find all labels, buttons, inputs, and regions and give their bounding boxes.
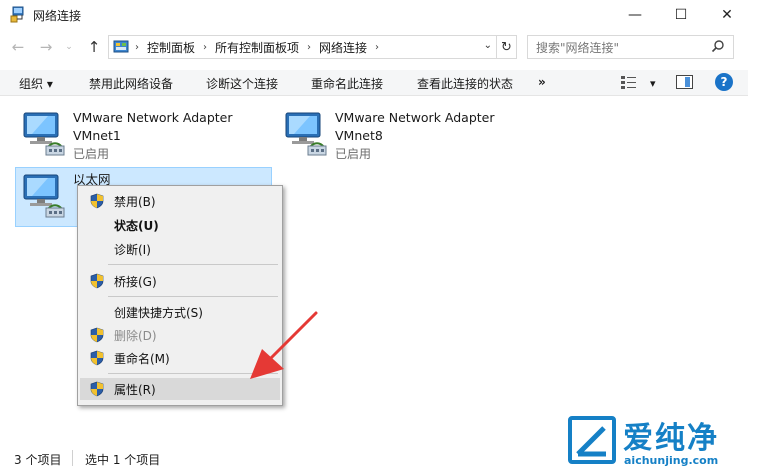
window-title: 网络连接	[33, 8, 82, 23]
uac-shield-icon	[89, 273, 105, 289]
title-bar: 网络连接 — ☐ ✕	[0, 0, 757, 30]
menu-item-label: 删除(D)	[114, 329, 157, 343]
search-input[interactable]: 搜索"网络连接"	[527, 35, 734, 59]
menu-item-label: 禁用(B)	[114, 195, 156, 209]
view-status-button[interactable]: 查看此连接的状态	[417, 75, 513, 92]
breadcrumb-network-connections[interactable]: 网络连接	[319, 39, 367, 56]
network-adapter-icon	[18, 111, 68, 157]
menu-item-bridge[interactable]: 桥接(G)	[80, 270, 280, 292]
brand-name: 爱纯净	[623, 421, 719, 456]
control-panel-icon	[113, 39, 129, 55]
menu-item-label: 桥接(G)	[114, 275, 157, 289]
breadcrumb-control-panel[interactable]: 控制面板	[147, 39, 195, 56]
uac-shield-icon	[89, 327, 105, 343]
menu-item-label: 重命名(M)	[114, 352, 170, 366]
selected-count: 选中 1 个项目	[85, 453, 161, 467]
maximize-button[interactable]: ☐	[658, 0, 704, 30]
refresh-button[interactable]: ↻	[497, 35, 517, 59]
watermark-logo: 爱纯净 aichunjing.com	[560, 410, 757, 473]
brand-url: aichunjing.com	[624, 454, 719, 467]
breadcrumb-separator[interactable]: ›	[203, 42, 207, 53]
adapter-name: VMware Network Adapter	[335, 110, 495, 125]
search-icon[interactable]	[711, 39, 725, 53]
disable-device-button[interactable]: 禁用此网络设备	[89, 75, 173, 92]
adapter-vmnet8[interactable]: VMware Network Adapter VMnet8 已启用	[277, 105, 527, 165]
adapter-status: 已启用	[73, 147, 110, 161]
rename-connection-button[interactable]: 重命名此连接	[311, 75, 383, 92]
diagnose-connection-button[interactable]: 诊断这个连接	[206, 75, 278, 92]
status-divider	[72, 450, 73, 466]
uac-shield-icon	[89, 350, 105, 366]
address-bar[interactable]: › 控制面板 › 所有控制面板项 › 网络连接 › ⌄	[108, 35, 497, 59]
preview-pane-icon[interactable]	[676, 75, 693, 89]
up-arrow-icon[interactable]: ↑	[84, 37, 104, 57]
network-adapter-icon	[18, 173, 68, 219]
command-bar: 组织 ▾ 禁用此网络设备 诊断这个连接 重命名此连接 查看此连接的状态 » ▾ …	[0, 70, 748, 96]
breadcrumb-all-items[interactable]: 所有控制面板项	[215, 39, 299, 56]
menu-separator	[108, 296, 278, 297]
menu-item-label: 创建快捷方式(S)	[114, 306, 203, 320]
back-arrow-icon[interactable]: ←	[8, 37, 28, 57]
adapter-status: 已启用	[335, 147, 372, 161]
breadcrumb-separator[interactable]: ›	[375, 42, 379, 53]
menu-item-label: 诊断(I)	[114, 243, 151, 257]
annotation-arrow-icon	[250, 311, 318, 379]
breadcrumb-separator[interactable]: ›	[307, 42, 311, 53]
search-placeholder: 搜索"网络连接"	[536, 40, 620, 55]
view-options-icon	[620, 74, 638, 93]
recent-locations-chevron-icon[interactable]: ⌄	[62, 37, 76, 57]
uac-shield-icon	[89, 193, 105, 209]
menu-item-label: 状态(U)	[114, 219, 159, 233]
menu-item-diagnose[interactable]: 诊断(I)	[80, 238, 280, 260]
more-commands-chevron-icon[interactable]: »	[538, 75, 546, 89]
minimize-button[interactable]: —	[612, 0, 658, 30]
network-adapter-icon	[280, 111, 330, 157]
adapter-device: VMnet1	[73, 128, 121, 143]
address-dropdown-icon[interactable]: ⌄	[484, 40, 492, 51]
menu-item-status[interactable]: 状态(U)	[80, 214, 280, 236]
close-button[interactable]: ✕	[704, 0, 750, 30]
item-count: 3 个项目	[14, 453, 62, 467]
help-icon[interactable]: ?	[715, 73, 733, 91]
menu-item-label: 属性(R)	[114, 383, 156, 397]
adapter-name: VMware Network Adapter	[73, 110, 233, 125]
menu-separator	[108, 264, 278, 265]
status-bar: 3 个项目 选中 1 个项目	[0, 449, 560, 467]
change-view-button[interactable]: ▾	[620, 74, 658, 92]
adapter-device: VMnet8	[335, 128, 383, 143]
brand-logo-icon	[568, 416, 616, 464]
menu-item-disable[interactable]: 禁用(B)	[80, 190, 280, 212]
breadcrumb-separator: ›	[135, 41, 139, 53]
network-connections-icon	[9, 6, 27, 24]
address-row: ← → ⌄ ↑ › 控制面板 › 所有控制面板项 › 网络连接 › ⌄ ↻ 搜索…	[0, 34, 757, 60]
organize-button[interactable]: 组织 ▾	[19, 75, 53, 92]
view-dropdown-icon[interactable]: ▾	[650, 77, 656, 90]
forward-arrow-icon[interactable]: →	[36, 37, 56, 57]
adapter-vmnet1[interactable]: VMware Network Adapter VMnet1 已启用	[15, 105, 265, 165]
uac-shield-icon	[89, 381, 105, 397]
